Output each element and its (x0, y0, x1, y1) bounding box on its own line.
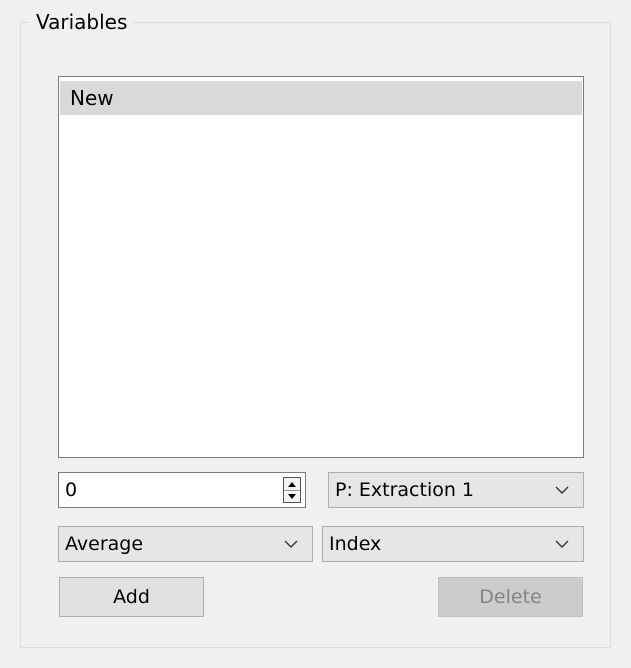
spin-buttons (283, 477, 301, 503)
delete-button[interactable]: Delete (438, 577, 583, 617)
aggregation-combobox[interactable]: Average (58, 526, 313, 562)
aggregation-combobox-value: Average (65, 533, 144, 555)
index-combobox-value: Index (329, 533, 382, 555)
arrow-up-icon (288, 481, 296, 487)
chevron-down-icon (284, 540, 298, 548)
chevron-down-icon (555, 540, 569, 548)
add-button[interactable]: Add (59, 577, 204, 617)
spin-down-button[interactable] (284, 490, 300, 502)
groupbox-title: Variables (30, 10, 134, 34)
extraction-combobox[interactable]: P: Extraction 1 (328, 472, 584, 508)
value-spinbox[interactable]: 0 (58, 472, 306, 508)
variables-list[interactable]: New (58, 76, 584, 458)
arrow-down-icon (288, 493, 296, 499)
spinbox-value: 0 (65, 479, 78, 501)
extraction-combobox-value: P: Extraction 1 (335, 479, 475, 501)
list-item[interactable]: New (60, 81, 582, 115)
index-combobox[interactable]: Index (322, 526, 584, 562)
chevron-down-icon (555, 486, 569, 494)
